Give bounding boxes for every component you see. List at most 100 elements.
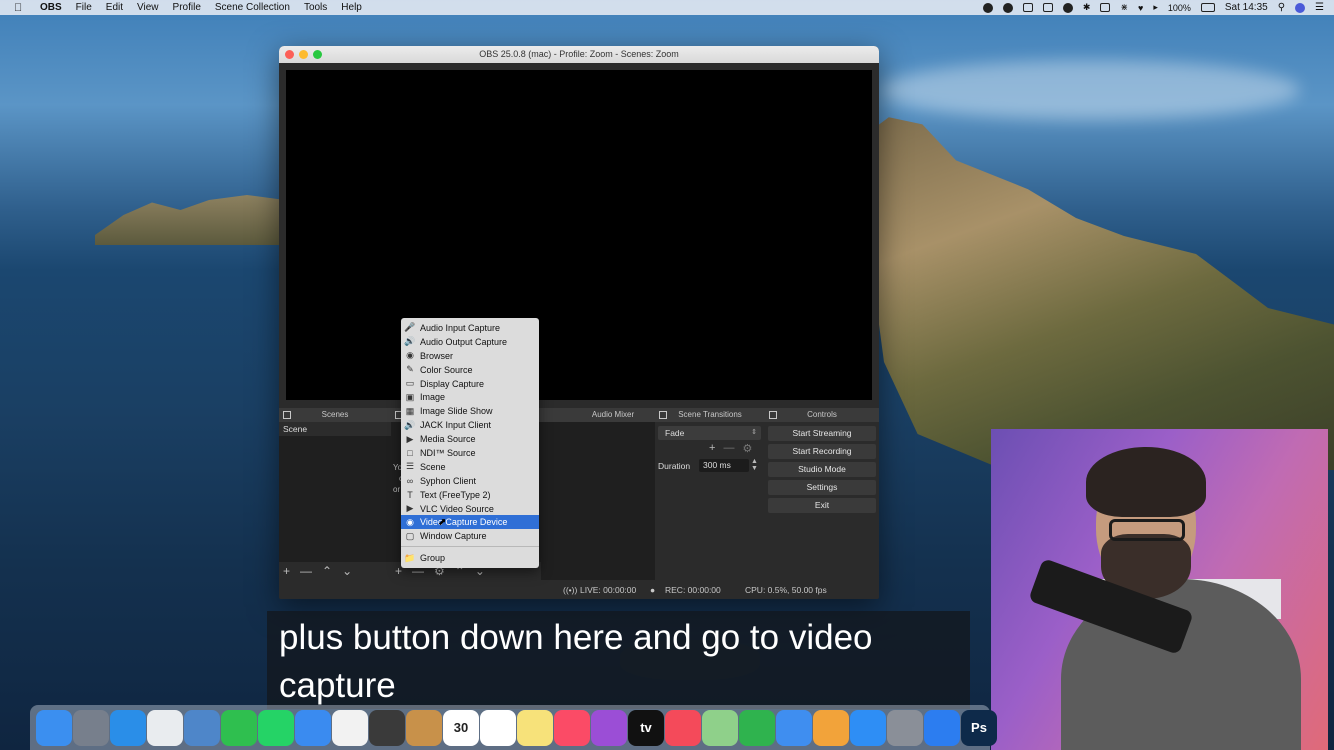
facetime-icon[interactable] (221, 709, 257, 746)
menu-profile[interactable]: Profile (173, 2, 201, 13)
app-store-icon[interactable] (850, 709, 886, 746)
remove-transition-icon[interactable]: — (723, 442, 734, 455)
bluetooth-icon[interactable]: ⋇ (1120, 2, 1128, 13)
system-preferences-icon[interactable] (887, 709, 923, 746)
photos-icon[interactable] (332, 709, 368, 746)
menu-scene-collection[interactable]: Scene Collection (215, 2, 290, 13)
menu-item-label: Video Capture Device (420, 517, 508, 528)
notification-center-icon[interactable]: ☰ (1315, 2, 1324, 13)
stepper-down-icon[interactable]: ▼ (751, 465, 758, 472)
battery-percentage[interactable]: 100% (1168, 3, 1191, 13)
menu-item-group[interactable]: 📁 Group (401, 551, 539, 565)
minimize-window-button[interactable] (299, 50, 308, 59)
reminders-icon[interactable] (480, 709, 516, 746)
apple-tv-icon[interactable]: tv (628, 709, 664, 746)
bluetooth-status-icon[interactable]: ✱ (1083, 2, 1091, 13)
float-dock-icon[interactable] (283, 411, 291, 419)
audio-mixer-panel[interactable] (541, 422, 655, 580)
menu-item-video-capture-device[interactable]: ◉ Video Capture Device ⬈ (401, 515, 539, 530)
location-icon[interactable] (924, 709, 960, 746)
float-dock-icon[interactable] (769, 411, 777, 419)
exit-button[interactable]: Exit (768, 498, 876, 513)
add-scene-icon[interactable]: + (283, 564, 290, 578)
final-cut-icon[interactable] (369, 709, 405, 746)
controls-dock-header: Controls (765, 408, 879, 422)
stepper-up-icon[interactable]: ▲ (751, 458, 758, 465)
menu-item-window-capture[interactable]: ▢ Window Capture (401, 529, 539, 543)
move-scene-up-icon[interactable]: ⌃ (322, 564, 332, 578)
menu-tools[interactable]: Tools (304, 2, 327, 13)
window-titlebar[interactable]: OBS 25.0.8 (mac) - Profile: Zoom - Scene… (279, 46, 879, 63)
folder-icon: 📁 (404, 552, 416, 563)
menu-item-image[interactable]: ▣ Image (401, 390, 539, 404)
photoshop-icon[interactable]: Ps (961, 709, 997, 746)
add-transition-icon[interactable]: + (709, 442, 715, 455)
close-window-button[interactable] (285, 50, 294, 59)
move-scene-down-icon[interactable]: ⌄ (342, 564, 352, 578)
messages-icon[interactable] (295, 709, 331, 746)
menu-item-display-capture[interactable]: ▭ Display Capture (401, 377, 539, 391)
menu-item-media-source[interactable]: ▶ Media Source (401, 432, 539, 446)
siri-icon[interactable] (1295, 2, 1306, 13)
float-dock-icon[interactable] (659, 411, 667, 419)
menu-item-text-freetype-2[interactable]: T Text (FreeType 2) (401, 488, 539, 502)
preview-icon[interactable] (184, 709, 220, 746)
menu-help[interactable]: Help (341, 2, 362, 13)
status-app-icon[interactable] (982, 2, 993, 13)
transition-properties-gear-icon[interactable]: ⚙ (742, 442, 752, 455)
podcasts-icon[interactable] (591, 709, 627, 746)
duration-stepper[interactable]: ▲ ▼ (751, 458, 758, 472)
remove-scene-icon[interactable]: — (300, 564, 312, 578)
status-app-icon[interactable] (1022, 3, 1033, 12)
menu-item-scene[interactable]: ☰ Scene (401, 460, 539, 474)
finder-icon[interactable] (36, 709, 72, 746)
maps-icon[interactable] (702, 709, 738, 746)
scenes-toolbar: + — ⌃ ⌄ (283, 563, 352, 579)
calendar-icon[interactable]: 30 (443, 709, 479, 746)
menu-item-audio-input-capture[interactable]: 🎤 Audio Input Capture (401, 321, 539, 335)
menu-view[interactable]: View (137, 2, 159, 13)
safari-icon[interactable] (110, 709, 146, 746)
chrome-icon[interactable] (147, 709, 183, 746)
status-app-icon[interactable] (1042, 3, 1053, 12)
transition-select[interactable]: Fade ⇕ (658, 426, 761, 440)
menu-item-audio-output-capture[interactable]: 🔊 Audio Output Capture (401, 335, 539, 349)
menu-edit[interactable]: Edit (106, 2, 123, 13)
keynote-icon[interactable] (776, 709, 812, 746)
start-streaming-button[interactable]: Start Streaming (768, 426, 876, 441)
menu-item-color-source[interactable]: ✎ Color Source (401, 363, 539, 377)
pages-icon[interactable] (813, 709, 849, 746)
creative-cloud-icon[interactable] (1062, 2, 1073, 13)
settings-button[interactable]: Settings (768, 480, 876, 495)
scenes-list[interactable]: Scene (279, 422, 391, 562)
apple-menu-icon[interactable]:  (14, 2, 28, 14)
zoom-window-button[interactable] (313, 50, 322, 59)
menu-item-jack-input-client[interactable]: 🔊 JACK Input Client (401, 418, 539, 432)
studio-mode-button[interactable]: Studio Mode (768, 462, 876, 477)
volume-icon[interactable]: ▸ (1153, 2, 1158, 13)
battery-icon[interactable] (1200, 3, 1215, 12)
wifi-icon[interactable]: ♥ (1138, 3, 1143, 13)
start-recording-button[interactable]: Start Recording (768, 444, 876, 459)
spotlight-icon[interactable]: ⚲ (1278, 2, 1285, 13)
menu-item-syphon-client[interactable]: ∞ Syphon Client (401, 474, 539, 488)
music-icon[interactable] (554, 709, 590, 746)
scene-list-item[interactable]: Scene (279, 422, 391, 436)
news-icon[interactable] (665, 709, 701, 746)
duration-field[interactable]: 300 ms (699, 459, 749, 472)
menu-file[interactable]: File (76, 2, 92, 13)
numbers-icon[interactable] (739, 709, 775, 746)
menu-item-browser[interactable]: ◉ Browser (401, 349, 539, 363)
airplay-icon[interactable] (1100, 3, 1111, 12)
menu-item-vlc-video-source[interactable]: ▶ VLC Video Source (401, 502, 539, 516)
preview-canvas[interactable] (286, 70, 872, 400)
whatsapp-icon[interactable] (258, 709, 294, 746)
launchpad-icon[interactable] (73, 709, 109, 746)
clock[interactable]: Sat 14:35 (1225, 2, 1268, 13)
status-app-icon[interactable] (1002, 2, 1013, 13)
notebook-icon[interactable] (406, 709, 442, 746)
menu-item-image-slide-show[interactable]: ▦ Image Slide Show (401, 404, 539, 418)
app-menu[interactable]: OBS (40, 2, 62, 13)
menu-item-ndi-source[interactable]: □ NDI™ Source (401, 446, 539, 460)
notes-icon[interactable] (517, 709, 553, 746)
